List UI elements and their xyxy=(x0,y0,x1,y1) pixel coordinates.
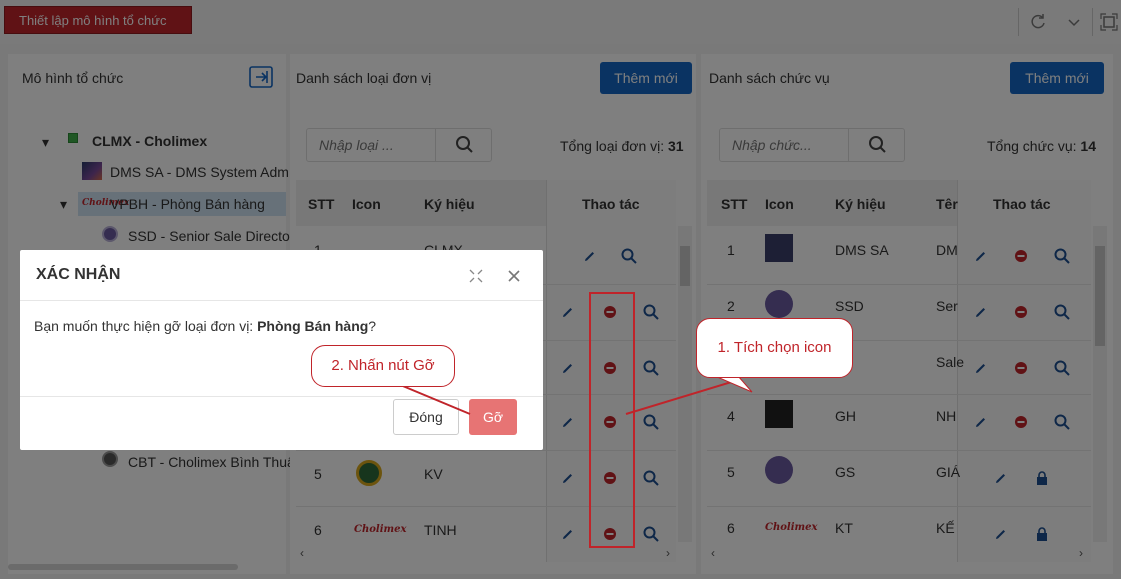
callout-step-2: 2. Nhấn nút Gỡ xyxy=(311,345,455,387)
callout-step-1: 1. Tích chọn icon xyxy=(696,318,853,378)
callout-pointers xyxy=(397,375,753,415)
